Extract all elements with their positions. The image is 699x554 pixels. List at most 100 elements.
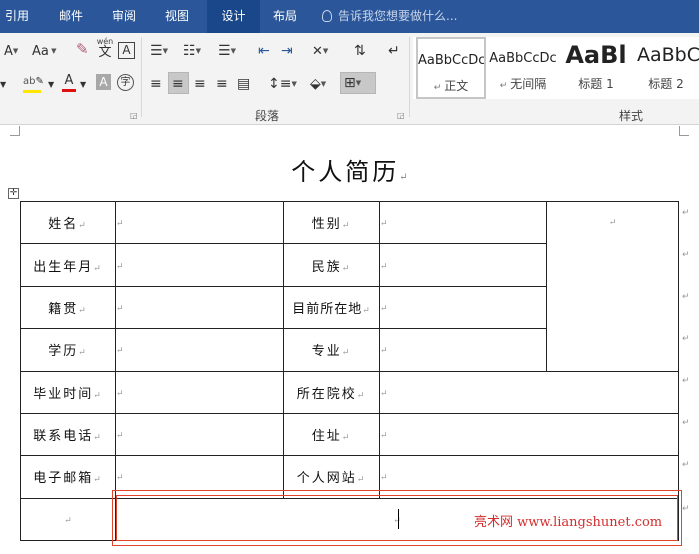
align-left-icon[interactable]: ≡: [150, 76, 162, 92]
label-cell[interactable]: 毕业时间↵: [20, 370, 116, 414]
align-center-icon[interactable]: ≡: [172, 76, 184, 92]
crop-mark-right: [679, 126, 689, 136]
styles-group-label: 样式: [619, 109, 644, 123]
multilevel-list-icon[interactable]: ☰▼: [218, 43, 236, 59]
tab-layout[interactable]: 布局: [268, 0, 302, 33]
style-name: 标题 2: [648, 77, 684, 91]
character-border-button[interactable]: A: [118, 42, 135, 59]
shading-icon[interactable]: ⬙▼: [310, 76, 326, 92]
end-of-row-mark: ↵: [682, 460, 690, 470]
highlight-color-swatch: [23, 90, 41, 93]
tab-mailings[interactable]: 邮件: [54, 0, 88, 33]
photo-cell[interactable]: ↵: [546, 201, 679, 372]
ribbon: A▼ Aa ▼ ✎ wén 文 A ▼ ab✎ ▼ A ▼ A 字 ◲ ☰▼ ☷…: [0, 33, 699, 125]
paragraph-group-label: 段落: [255, 109, 280, 123]
tab-view[interactable]: 视图: [160, 0, 194, 33]
phonetic-guide-button[interactable]: wén 文: [96, 38, 114, 60]
style-name: 标题 1: [578, 77, 614, 91]
tell-me-search[interactable]: 告诉我您想要做什么...: [322, 0, 457, 33]
enclosed-characters-button[interactable]: 字: [117, 74, 134, 91]
value-cell[interactable]: ↵: [115, 285, 284, 330]
character-shading-button[interactable]: A: [96, 74, 111, 90]
font-color-swatch: [62, 89, 76, 92]
label-cell[interactable]: 专业↵: [283, 328, 380, 372]
label-cell[interactable]: 学历↵: [20, 328, 116, 372]
tab-design[interactable]: 设计: [207, 0, 260, 33]
decrease-indent-icon[interactable]: ⇤: [258, 43, 270, 59]
pen-icon: ✎: [35, 76, 44, 87]
borders-icon[interactable]: ⊞▼: [344, 75, 361, 91]
distributed-icon[interactable]: ▤: [237, 76, 250, 92]
end-of-row-mark: ↵: [682, 334, 690, 344]
label-cell[interactable]: 民族↵: [283, 243, 380, 287]
highlight-color-button[interactable]: ab✎: [23, 73, 44, 93]
label-cell[interactable]: 性别↵: [283, 200, 380, 245]
line-spacing-icon[interactable]: ↕≡▼: [268, 76, 297, 92]
value-cell[interactable]: ↵: [379, 243, 547, 287]
font-dropdown-caret[interactable]: ▼: [0, 77, 6, 93]
highlight-dropdown[interactable]: ▼: [48, 77, 54, 93]
table-row: 毕业时间↵ ↵ 所在院校↵ ↵: [20, 370, 679, 414]
font-dialog-launcher-icon[interactable]: ◲: [130, 111, 138, 120]
font-color-a: A: [64, 73, 74, 88]
value-cell[interactable]: ↵: [379, 328, 547, 372]
value-cell[interactable]: ↵: [115, 243, 284, 287]
value-cell[interactable]: ↵: [379, 200, 547, 245]
value-cell[interactable]: ↵: [379, 370, 679, 414]
label-cell[interactable]: 联系电话↵: [20, 412, 116, 457]
label-cell[interactable]: 电子邮箱↵: [20, 455, 116, 499]
end-of-row-mark: ↵: [682, 250, 690, 260]
label-cell[interactable]: 出生年月↵: [20, 243, 116, 287]
paragraph-dialog-launcher-icon[interactable]: ◲: [397, 111, 405, 120]
font-color-dropdown[interactable]: ▼: [80, 77, 86, 93]
value-cell[interactable]: ↵: [379, 285, 547, 330]
highlighter-icon: ab: [23, 76, 36, 87]
bullets-icon[interactable]: ☰▼: [150, 43, 168, 59]
style-preview: AaBl: [565, 41, 627, 69]
font-color-button[interactable]: A: [62, 73, 76, 92]
value-cell[interactable]: ↵: [115, 200, 284, 245]
end-of-row-mark: ↵: [682, 418, 690, 428]
table-move-handle-icon[interactable]: ✛: [8, 188, 19, 199]
label-cell[interactable]: 住址↵: [283, 412, 380, 457]
document-title[interactable]: 个人简历↵: [0, 152, 699, 187]
shrink-font-button[interactable]: A▼: [4, 43, 18, 60]
site-watermark: 亮术网 www.liangshunet.com: [474, 515, 663, 530]
tab-review[interactable]: 审阅: [107, 0, 141, 33]
align-right-icon[interactable]: ≡: [194, 76, 206, 92]
label-cell[interactable]: 所在院校↵: [283, 370, 380, 414]
chinese-layout-icon[interactable]: ✕▼: [312, 43, 328, 60]
sort-icon[interactable]: ⇅: [354, 43, 366, 59]
increase-indent-icon[interactable]: ⇥: [281, 43, 293, 59]
ribbon-tab-bar: 引用 邮件 审阅 视图 设计 布局 告诉我您想要做什么...: [0, 0, 699, 33]
style-name: ↵ 无间隔: [499, 77, 547, 91]
end-of-row-mark: ↵: [682, 376, 690, 386]
style-heading-2[interactable]: AaBbC 标题 2: [633, 37, 699, 99]
style-preview: AaBbCcDc: [418, 53, 484, 68]
value-cell[interactable]: ↵: [379, 412, 679, 457]
justify-icon[interactable]: ≡: [216, 76, 228, 92]
label-cell[interactable]: 籍贯↵: [20, 285, 116, 330]
style-heading-1[interactable]: AaBl 标题 1: [561, 37, 631, 99]
label-cell[interactable]: 目前所在地↵: [283, 285, 380, 330]
table-row: 姓名↵ ↵ 性别↵ ↵ ↵: [20, 200, 679, 372]
value-cell[interactable]: ↵: [115, 328, 284, 372]
change-case-button[interactable]: Aa ▼: [32, 43, 56, 60]
lightbulb-icon: [322, 10, 332, 22]
crop-mark-left: [10, 126, 20, 136]
phonetic-char: 文: [98, 45, 112, 60]
styles-gallery: AaBbCcDc ↵ 正文 AaBbCcDc ↵ 无间隔 AaBl 标题 1 A…: [413, 37, 699, 99]
table-row: 联系电话↵ ↵ 住址↵ ↵: [20, 412, 679, 457]
style-preview: AaBbCcDc: [489, 51, 557, 66]
label-cell[interactable]: ↵: [20, 497, 116, 542]
label-cell[interactable]: 姓名↵: [20, 200, 116, 245]
style-no-spacing[interactable]: AaBbCcDc ↵ 无间隔: [488, 37, 558, 99]
value-cell[interactable]: ↵: [115, 412, 284, 457]
numbering-icon[interactable]: ☷▼: [183, 43, 201, 59]
clear-format-icon[interactable]: ✎: [76, 41, 89, 57]
end-of-row-mark: ↵: [682, 208, 690, 218]
show-marks-icon[interactable]: ↵: [388, 43, 400, 59]
tab-references[interactable]: 引用: [0, 0, 34, 33]
style-normal[interactable]: AaBbCcDc ↵ 正文: [416, 37, 486, 99]
value-cell[interactable]: ↵: [115, 370, 284, 414]
